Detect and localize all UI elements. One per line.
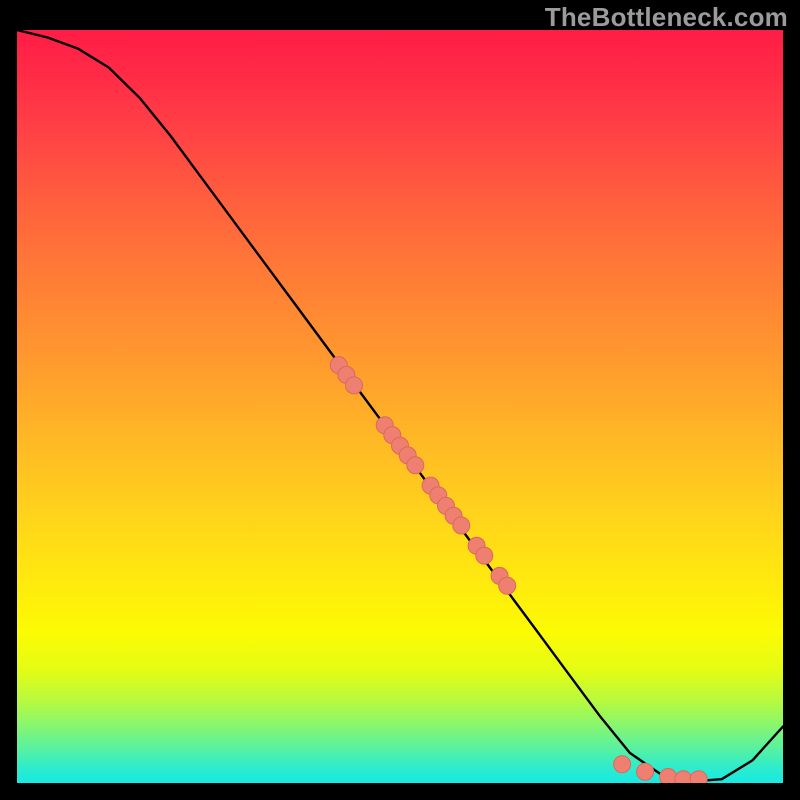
chart-frame: TheBottleneck.com (0, 0, 800, 800)
curve-line (17, 30, 783, 782)
data-point (407, 457, 424, 474)
data-point (637, 763, 654, 780)
plot-area (17, 30, 783, 783)
marker-group (330, 357, 707, 783)
data-point (660, 769, 677, 784)
data-point (675, 771, 692, 783)
data-point (614, 756, 631, 773)
data-point (476, 547, 493, 564)
data-point (690, 771, 707, 783)
watermark-label: TheBottleneck.com (545, 2, 788, 33)
data-point (453, 517, 470, 534)
data-point (499, 577, 516, 594)
data-point (346, 377, 363, 394)
chart-overlay (17, 30, 783, 783)
